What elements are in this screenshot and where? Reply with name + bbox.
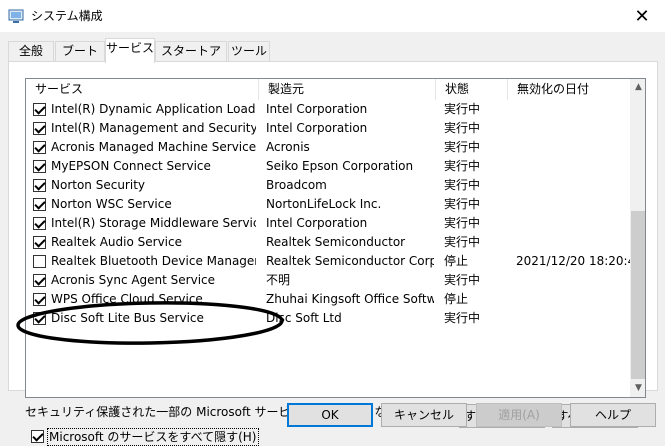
service-checkbox[interactable] <box>33 312 46 325</box>
tab-general[interactable]: 全般 <box>8 41 54 62</box>
service-status: 停止 <box>444 254 469 268</box>
chevron-down-icon[interactable]: ▼ <box>630 380 645 397</box>
table-row[interactable]: Acronis Sync Agent Service 不明 実行中 <box>26 271 630 290</box>
service-status: 停止 <box>444 292 469 306</box>
service-name: Intel(R) Management and Security A... <box>51 121 256 135</box>
service-checkbox[interactable] <box>33 122 46 135</box>
service-vendor: Broadcom <box>266 178 327 192</box>
ok-button[interactable]: OK <box>287 403 373 427</box>
chevron-up-icon[interactable]: ▲ <box>630 79 645 96</box>
service-status: 実行中 <box>444 121 481 135</box>
table-row[interactable]: Intel(R) Dynamic Application Loader ... I… <box>26 100 630 119</box>
vertical-scrollbar[interactable]: ▲ ▼ <box>630 79 645 397</box>
close-icon: ✕ <box>634 5 650 27</box>
tab-strip: 全般 ブート サービス スタートアップ ツール <box>8 38 658 77</box>
table-row[interactable]: Intel(R) Storage Middleware Service Intel… <box>26 214 630 233</box>
help-button[interactable]: ヘルプ <box>570 403 656 427</box>
service-disabled-date <box>516 176 630 195</box>
service-disabled-date <box>516 290 630 309</box>
service-disabled-date <box>516 309 630 328</box>
services-panel: サービス 製造元 状態 無効化の日付 Intel(R) Dynamic Appl… <box>8 61 658 446</box>
service-name: Acronis Managed Machine Service ... <box>51 140 256 154</box>
cancel-button[interactable]: キャンセル <box>381 403 467 427</box>
title-bar: システム構成 ✕ <box>0 0 665 32</box>
service-status: 実行中 <box>444 178 481 192</box>
list-header: サービス 製造元 状態 無効化の日付 <box>26 79 630 100</box>
table-row[interactable]: Norton Security Broadcom 実行中 <box>26 176 630 195</box>
service-checkbox[interactable] <box>33 179 46 192</box>
service-name: Realtek Bluetooth Device Manager S... <box>51 254 256 268</box>
service-disabled-date <box>516 271 630 290</box>
table-row[interactable]: Intel(R) Management and Security A... Int… <box>26 119 630 138</box>
service-name: MyEPSON Connect Service <box>51 159 211 173</box>
service-checkbox[interactable] <box>33 217 46 230</box>
service-vendor: Intel Corporation <box>266 102 368 116</box>
table-row[interactable]: Realtek Bluetooth Device Manager S... Rea… <box>26 252 630 271</box>
table-row[interactable]: MyEPSON Connect Service Seiko Epson Corpo… <box>26 157 630 176</box>
table-row[interactable]: WPS Office Cloud Service Zhuhai Kingsoft … <box>26 290 630 309</box>
service-name: Intel(R) Storage Middleware Service <box>51 216 256 230</box>
close-button[interactable]: ✕ <box>619 0 665 32</box>
service-disabled-date <box>516 233 630 252</box>
service-checkbox[interactable] <box>33 198 46 211</box>
services-list[interactable]: サービス 製造元 状態 無効化の日付 Intel(R) Dynamic Appl… <box>25 78 646 398</box>
service-vendor: Zhuhai Kingsoft Office Softw... <box>266 292 434 306</box>
service-checkbox[interactable] <box>33 103 46 116</box>
service-checkbox[interactable] <box>33 274 46 287</box>
column-header-disabled-date[interactable]: 無効化の日付 <box>508 79 630 100</box>
service-checkbox[interactable] <box>33 293 46 306</box>
service-status: 実行中 <box>444 159 481 173</box>
service-disabled-date <box>516 100 630 119</box>
tab-boot[interactable]: ブート <box>55 41 105 62</box>
service-status: 実行中 <box>444 140 481 154</box>
service-vendor: Seiko Epson Corporation <box>266 159 414 173</box>
service-checkbox[interactable] <box>33 160 46 173</box>
table-row[interactable]: Disc Soft Lite Bus Service Disc Soft Ltd 実… <box>26 309 630 328</box>
hide-microsoft-label[interactable]: Microsoft のサービスをすべて隠す(H) <box>47 428 259 446</box>
window-title: システム構成 <box>31 9 103 23</box>
column-header-vendor[interactable]: 製造元 <box>259 79 436 100</box>
service-status: 実行中 <box>444 197 481 211</box>
scroll-thumb[interactable] <box>631 211 645 379</box>
service-checkbox[interactable] <box>33 236 46 249</box>
service-status: 実行中 <box>444 216 481 230</box>
service-name: Acronis Sync Agent Service <box>51 273 216 287</box>
service-checkbox[interactable] <box>33 255 46 268</box>
service-name: Intel(R) Dynamic Application Loader ... <box>51 102 256 116</box>
service-disabled-date <box>516 138 630 157</box>
service-vendor: Realtek Semiconductor Corp. <box>266 254 434 268</box>
service-name: Norton WSC Service <box>51 197 172 211</box>
service-vendor: NortonLifeLock Inc. <box>266 197 382 211</box>
system-config-icon <box>8 9 24 23</box>
service-vendor: Acronis <box>266 140 310 154</box>
column-header-status[interactable]: 状態 <box>436 79 508 100</box>
service-checkbox[interactable] <box>33 141 46 154</box>
service-vendor: Disc Soft Ltd <box>266 311 342 325</box>
service-disabled-date: 2021/12/20 18:20:46 <box>516 254 630 268</box>
tab-services[interactable]: サービス <box>105 38 155 63</box>
service-status: 実行中 <box>444 235 481 249</box>
service-vendor: Realtek Semiconductor <box>266 235 406 249</box>
table-row[interactable]: Norton WSC Service NortonLifeLock Inc. 実行中 <box>26 195 630 214</box>
table-row[interactable]: Realtek Audio Service Realtek Semiconduct… <box>26 233 630 252</box>
service-disabled-date <box>516 195 630 214</box>
service-disabled-date <box>516 214 630 233</box>
service-status: 実行中 <box>444 273 481 287</box>
service-name: WPS Office Cloud Service <box>51 292 203 306</box>
service-name: Disc Soft Lite Bus Service <box>51 311 204 325</box>
tab-tools[interactable]: ツール <box>228 41 270 62</box>
service-status: 実行中 <box>444 311 481 325</box>
service-name: Realtek Audio Service <box>51 235 182 249</box>
tab-startup[interactable]: スタートアップ <box>155 41 227 77</box>
service-status: 実行中 <box>444 102 481 116</box>
column-header-service[interactable]: サービス <box>26 79 259 100</box>
service-disabled-date <box>516 119 630 138</box>
service-vendor: 不明 <box>266 273 291 287</box>
table-row[interactable]: Acronis Managed Machine Service ... Acron… <box>26 138 630 157</box>
service-disabled-date <box>516 157 630 176</box>
apply-button[interactable]: 適用(A) <box>476 403 562 427</box>
service-vendor: Intel Corporation <box>266 216 368 230</box>
service-name: Norton Security <box>51 178 145 192</box>
service-vendor: Intel Corporation <box>266 121 368 135</box>
